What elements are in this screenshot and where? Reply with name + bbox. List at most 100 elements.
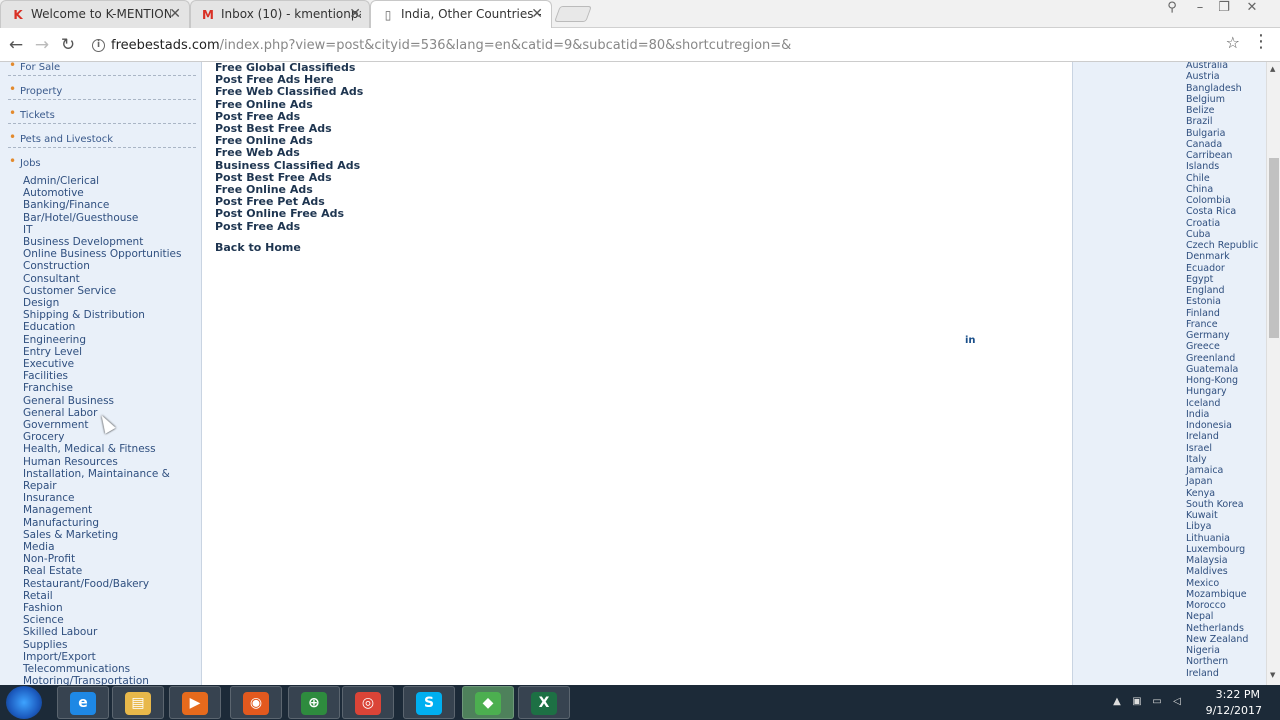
job-subcategory-link[interactable]: Import/Export	[23, 651, 96, 663]
country-link[interactable]: Netherlands	[1186, 623, 1244, 634]
menu-icon[interactable]: ⋮	[1252, 31, 1270, 52]
country-link[interactable]: Germany	[1186, 330, 1230, 341]
taskbar-app[interactable]: ◆	[462, 686, 514, 719]
job-subcategory-link[interactable]: Facilities	[23, 370, 68, 382]
taskbar-app[interactable]: ▤	[112, 686, 164, 719]
ad-link[interactable]: Free Web Classified Ads	[215, 85, 363, 98]
country-link[interactable]: Austria	[1186, 71, 1220, 82]
job-subcategory-link[interactable]: Admin/Clerical	[23, 175, 99, 187]
job-subcategory-link[interactable]: Shipping & Distribution	[23, 309, 145, 321]
job-subcategory-link[interactable]: Franchise	[23, 382, 73, 394]
country-link[interactable]: Northern	[1186, 656, 1228, 667]
ad-link[interactable]: Post Best Free Ads	[215, 122, 332, 135]
taskbar-app[interactable]: ⊕	[288, 686, 340, 719]
job-subcategory-link[interactable]: General Labor	[23, 407, 97, 419]
job-subcategory-link[interactable]: Engineering	[23, 334, 86, 346]
job-subcategory-link[interactable]: Retail	[23, 590, 53, 602]
minimize-icon[interactable]: –	[1190, 0, 1210, 18]
ad-link[interactable]: Free Global Classifieds	[215, 62, 355, 74]
country-link[interactable]: Libya	[1186, 521, 1211, 532]
tab-kmention[interactable]: K Welcome to K-MENTION ✕	[0, 0, 190, 28]
country-link[interactable]: Ireland	[1186, 431, 1219, 442]
close-icon[interactable]: ✕	[349, 1, 361, 28]
ad-link[interactable]: Post Free Ads Here	[215, 73, 334, 86]
country-link[interactable]: Kuwait	[1186, 510, 1218, 521]
taskbar-app[interactable]: ▶	[169, 686, 221, 719]
job-subcategory-link[interactable]: Government	[23, 419, 88, 431]
country-link[interactable]: New Zealand	[1186, 634, 1248, 645]
country-link[interactable]: Malaysia	[1186, 555, 1228, 566]
country-link[interactable]: Czech Republic	[1186, 240, 1258, 251]
user-icon[interactable]: ⚲	[1162, 0, 1182, 18]
country-link[interactable]: Greenland	[1186, 353, 1235, 364]
back-icon[interactable]: ←	[5, 34, 27, 56]
country-link[interactable]: South Korea	[1186, 499, 1244, 510]
country-link[interactable]: Mozambique	[1186, 589, 1247, 600]
forward-icon[interactable]: →	[31, 34, 53, 56]
country-link[interactable]: Australia	[1186, 62, 1228, 71]
close-icon[interactable]: ✕	[169, 1, 181, 28]
country-link[interactable]: China	[1186, 184, 1213, 195]
category-tickets[interactable]: Tickets	[8, 106, 196, 124]
country-link[interactable]: Finland	[1186, 308, 1220, 319]
ad-link[interactable]: Post Online Free Ads	[215, 207, 344, 220]
country-link[interactable]: Lithuania	[1186, 533, 1230, 544]
country-link[interactable]: Nepal	[1186, 611, 1213, 622]
scroll-up-icon[interactable]: ▲	[1270, 65, 1275, 73]
page-scrollbar[interactable]: ▲ ▼	[1266, 62, 1280, 685]
job-subcategory-link[interactable]: Real Estate	[23, 565, 82, 577]
taskbar-app[interactable]: S	[403, 686, 455, 719]
country-link[interactable]: Mexico	[1186, 578, 1219, 589]
scroll-thumb[interactable]	[1269, 158, 1279, 338]
country-link[interactable]: Ecuador	[1186, 263, 1225, 274]
country-link[interactable]: Denmark	[1186, 251, 1230, 262]
taskbar-app[interactable]: ◎	[342, 686, 394, 719]
maximize-icon[interactable]: ❐	[1214, 0, 1234, 18]
job-subcategory-link[interactable]: Installation, Maintainance &	[23, 468, 170, 480]
ad-link[interactable]: Free Online Ads	[215, 183, 313, 196]
ad-link[interactable]: Post Free Pet Ads	[215, 195, 325, 208]
tab-inbox[interactable]: M Inbox (10) - kmentionpar ✕	[190, 0, 370, 28]
category-jobs[interactable]: Jobs	[8, 154, 196, 172]
country-link[interactable]: Iceland	[1186, 398, 1220, 409]
info-icon[interactable]: i	[92, 39, 105, 52]
job-subcategory-link[interactable]: Design	[23, 297, 59, 309]
job-subcategory-link[interactable]: IT	[23, 224, 33, 236]
job-subcategory-link[interactable]: General Business	[23, 395, 114, 407]
country-link[interactable]: Ireland	[1186, 668, 1219, 679]
job-subcategory-link[interactable]: Banking/Finance	[23, 199, 109, 211]
job-subcategory-link[interactable]: Business Development	[23, 236, 143, 248]
job-subcategory-link[interactable]: Science	[23, 614, 64, 626]
country-link[interactable]: Japan	[1186, 476, 1213, 487]
country-link[interactable]: Maldives	[1186, 566, 1228, 577]
job-subcategory-link[interactable]: Grocery	[23, 431, 64, 443]
country-link[interactable]: Luxembourg	[1186, 544, 1245, 555]
job-subcategory-link[interactable]: Online Business Opportunities	[23, 248, 182, 260]
scroll-down-icon[interactable]: ▼	[1270, 671, 1275, 679]
job-subcategory-link[interactable]: Restaurant/Food/Bakery	[23, 578, 149, 590]
country-link[interactable]: Chile	[1186, 173, 1210, 184]
country-link[interactable]: Indonesia	[1186, 420, 1232, 431]
ad-link[interactable]: Post Free Ads	[215, 220, 300, 233]
job-subcategory-link[interactable]: Motoring/Transportation	[23, 675, 149, 685]
country-link[interactable]: Hungary	[1186, 386, 1227, 397]
country-link[interactable]: Hong-Kong	[1186, 375, 1238, 386]
job-subcategory-link[interactable]: Supplies	[23, 639, 67, 651]
country-link[interactable]: Islands	[1186, 161, 1219, 172]
country-link[interactable]: Egypt	[1186, 274, 1213, 285]
country-link[interactable]: France	[1186, 319, 1218, 330]
linkedin-badge-icon[interactable]: in	[965, 335, 976, 346]
country-link[interactable]: Nigeria	[1186, 645, 1220, 656]
tray-arrow-icon[interactable]: ▲	[1110, 696, 1124, 708]
job-subcategory-link[interactable]: Insurance	[23, 492, 75, 504]
taskbar-app[interactable]: X	[518, 686, 570, 719]
ad-link[interactable]: Free Online Ads	[215, 134, 313, 147]
new-tab-button[interactable]	[554, 6, 592, 22]
ad-link[interactable]: Free Online Ads	[215, 98, 313, 111]
country-link[interactable]: Croatia	[1186, 218, 1220, 229]
country-link[interactable]: Colombia	[1186, 195, 1231, 206]
job-subcategory-link[interactable]: Executive	[23, 358, 74, 370]
job-subcategory-link[interactable]: Repair	[23, 480, 57, 492]
country-link[interactable]: Kenya	[1186, 488, 1215, 499]
ad-link[interactable]: Post Best Free Ads	[215, 171, 332, 184]
